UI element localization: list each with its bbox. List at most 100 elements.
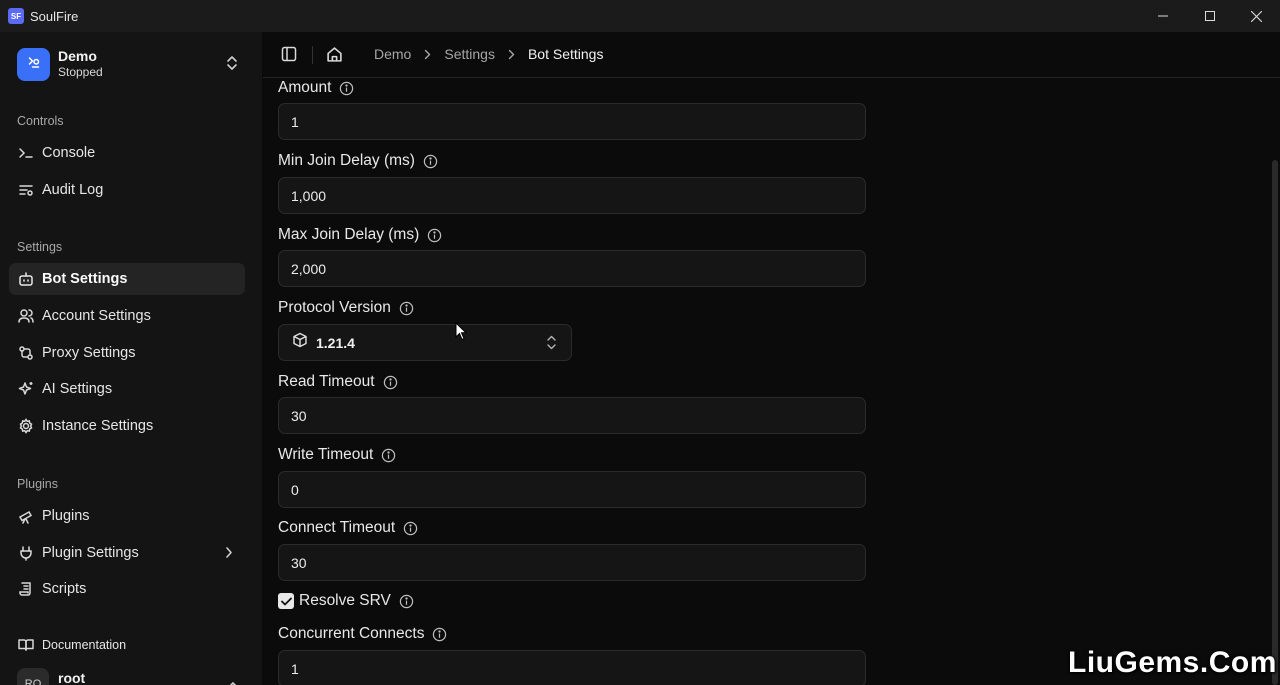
- group-label-settings: Settings: [17, 240, 63, 254]
- close-button[interactable]: [1233, 0, 1280, 32]
- users-icon: [17, 308, 34, 325]
- book-icon: [17, 637, 34, 654]
- read-timeout-label-text: Read Timeout: [278, 373, 375, 390]
- user-menu[interactable]: RO root: [17, 668, 249, 685]
- concurrent-connects-label: Concurrent Connects: [278, 625, 447, 643]
- chevron-right-icon: [225, 546, 233, 563]
- maximize-button[interactable]: [1186, 0, 1233, 32]
- breadcrumb-settings[interactable]: Settings: [444, 46, 495, 62]
- close-icon: [1251, 10, 1262, 22]
- breadcrumb-bot-settings: Bot Settings: [527, 46, 604, 62]
- team-text: Demo Stopped: [58, 48, 103, 80]
- maximize-icon: [1204, 11, 1215, 21]
- info-icon[interactable]: [383, 375, 398, 390]
- breadcrumb: Demo Settings Bot Settings: [374, 46, 603, 62]
- write-timeout-input[interactable]: [278, 471, 866, 508]
- bot-icon: [17, 271, 34, 288]
- team-status: Stopped: [58, 65, 103, 79]
- sidebar-item-label: Instance Settings: [42, 418, 154, 434]
- window-title: SoulFire: [30, 8, 79, 24]
- write-timeout-label: Write Timeout: [278, 446, 396, 464]
- sidebar-item-label: AI Settings: [42, 381, 113, 397]
- window-titlebar: SF SoulFire: [0, 0, 1280, 32]
- breadcrumb-demo[interactable]: Demo: [374, 46, 411, 62]
- protocol-version-label-text: Protocol Version: [278, 299, 391, 316]
- info-icon[interactable]: [399, 594, 414, 609]
- team-switcher[interactable]: Demo Stopped: [17, 47, 249, 81]
- amount-input[interactable]: [278, 103, 866, 140]
- max-join-delay-label: Max Join Delay (ms): [278, 226, 442, 244]
- amount-label-text: Amount: [278, 79, 332, 96]
- resolve-srv-checkbox[interactable]: [278, 593, 294, 609]
- min-join-delay-input[interactable]: [278, 177, 866, 214]
- plug-icon: [17, 545, 34, 562]
- connect-timeout-label: Connect Timeout: [278, 519, 418, 537]
- team-logo: [17, 47, 50, 81]
- sidebar-toggle-icon[interactable]: [281, 46, 297, 67]
- proxy-icon: [17, 345, 34, 362]
- sidebar-item-label: Plugins: [42, 508, 90, 524]
- sidebar-item-proxy-settings[interactable]: Proxy Settings: [9, 337, 245, 369]
- sidebar-item-label: Account Settings: [42, 308, 151, 324]
- read-timeout-label: Read Timeout: [278, 373, 398, 391]
- sidebar-item-label: Plugin Settings: [42, 545, 139, 561]
- scroll-icon: [17, 581, 34, 598]
- sidebar-item-documentation[interactable]: Documentation: [9, 629, 245, 661]
- sidebar-item-scripts[interactable]: Scripts: [9, 573, 245, 605]
- team-name: Demo: [58, 48, 97, 64]
- group-label-controls: Controls: [17, 114, 64, 128]
- sidebar-item-audit-log[interactable]: Audit Log: [9, 174, 245, 206]
- sidebar-item-label: Bot Settings: [42, 271, 128, 287]
- sparkles-icon: [17, 381, 34, 398]
- amount-label: Amount: [278, 79, 354, 97]
- info-icon[interactable]: [403, 521, 418, 536]
- connect-timeout-input[interactable]: [278, 544, 866, 581]
- gear-icon: [17, 418, 34, 435]
- concurrent-connects-label-text: Concurrent Connects: [278, 625, 425, 642]
- sidebar-item-label: Console: [42, 145, 96, 161]
- sidebar-item-plugin-settings[interactable]: Plugin Settings: [9, 537, 245, 569]
- minimize-button[interactable]: [1139, 0, 1186, 32]
- chevron-right-icon: [508, 49, 515, 60]
- sidebar-item-bot-settings[interactable]: Bot Settings: [9, 263, 245, 295]
- info-icon[interactable]: [381, 448, 396, 463]
- user-name: root: [58, 670, 86, 685]
- max-join-delay-input[interactable]: [278, 250, 866, 287]
- watermark: LiuGems.Com: [1068, 646, 1277, 679]
- info-icon[interactable]: [427, 228, 442, 243]
- protocol-version-value: 1.21.4: [316, 334, 355, 351]
- protocol-version-select[interactable]: 1.21.4: [278, 324, 572, 361]
- info-icon[interactable]: [399, 301, 414, 316]
- avatar: RO: [17, 668, 49, 685]
- main-content: Demo Settings Bot Settings Amount Min Jo…: [263, 32, 1280, 685]
- log-list-icon: [17, 182, 34, 199]
- header-divider: [312, 46, 313, 64]
- read-timeout-input[interactable]: [278, 397, 866, 434]
- bot-logo-icon: [28, 57, 39, 68]
- sidebar-item-label: Audit Log: [42, 182, 104, 198]
- terminal-icon: [17, 145, 34, 162]
- min-join-delay-label-text: Min Join Delay (ms): [278, 152, 415, 169]
- connect-timeout-label-text: Connect Timeout: [278, 519, 396, 536]
- min-join-delay-label: Min Join Delay (ms): [278, 152, 438, 170]
- sidebar-item-instance-settings[interactable]: Instance Settings: [9, 410, 245, 442]
- page-header: Demo Settings Bot Settings: [263, 32, 1280, 78]
- info-icon[interactable]: [432, 627, 447, 642]
- info-icon[interactable]: [339, 81, 354, 96]
- protocol-version-label: Protocol Version: [278, 299, 414, 317]
- resolve-srv-row: Resolve SRV: [278, 592, 414, 610]
- scrollbar[interactable]: [1272, 160, 1278, 685]
- chevrons-up-down-icon: [225, 55, 239, 76]
- sidebar-item-plugins[interactable]: Plugins: [9, 500, 245, 532]
- home-icon[interactable]: [326, 46, 343, 68]
- app-logo: SF: [8, 8, 24, 24]
- max-join-delay-label-text: Max Join Delay (ms): [278, 226, 420, 243]
- sidebar: Demo Stopped Controls Console Audit Log …: [0, 32, 262, 685]
- sidebar-item-label: Scripts: [42, 581, 87, 597]
- sidebar-item-console[interactable]: Console: [9, 137, 245, 169]
- sidebar-item-ai-settings[interactable]: AI Settings: [9, 373, 245, 405]
- telescope-icon: [17, 508, 34, 525]
- sidebar-item-account-settings[interactable]: Account Settings: [9, 300, 245, 332]
- concurrent-connects-input[interactable]: [278, 650, 866, 685]
- info-icon[interactable]: [423, 154, 438, 169]
